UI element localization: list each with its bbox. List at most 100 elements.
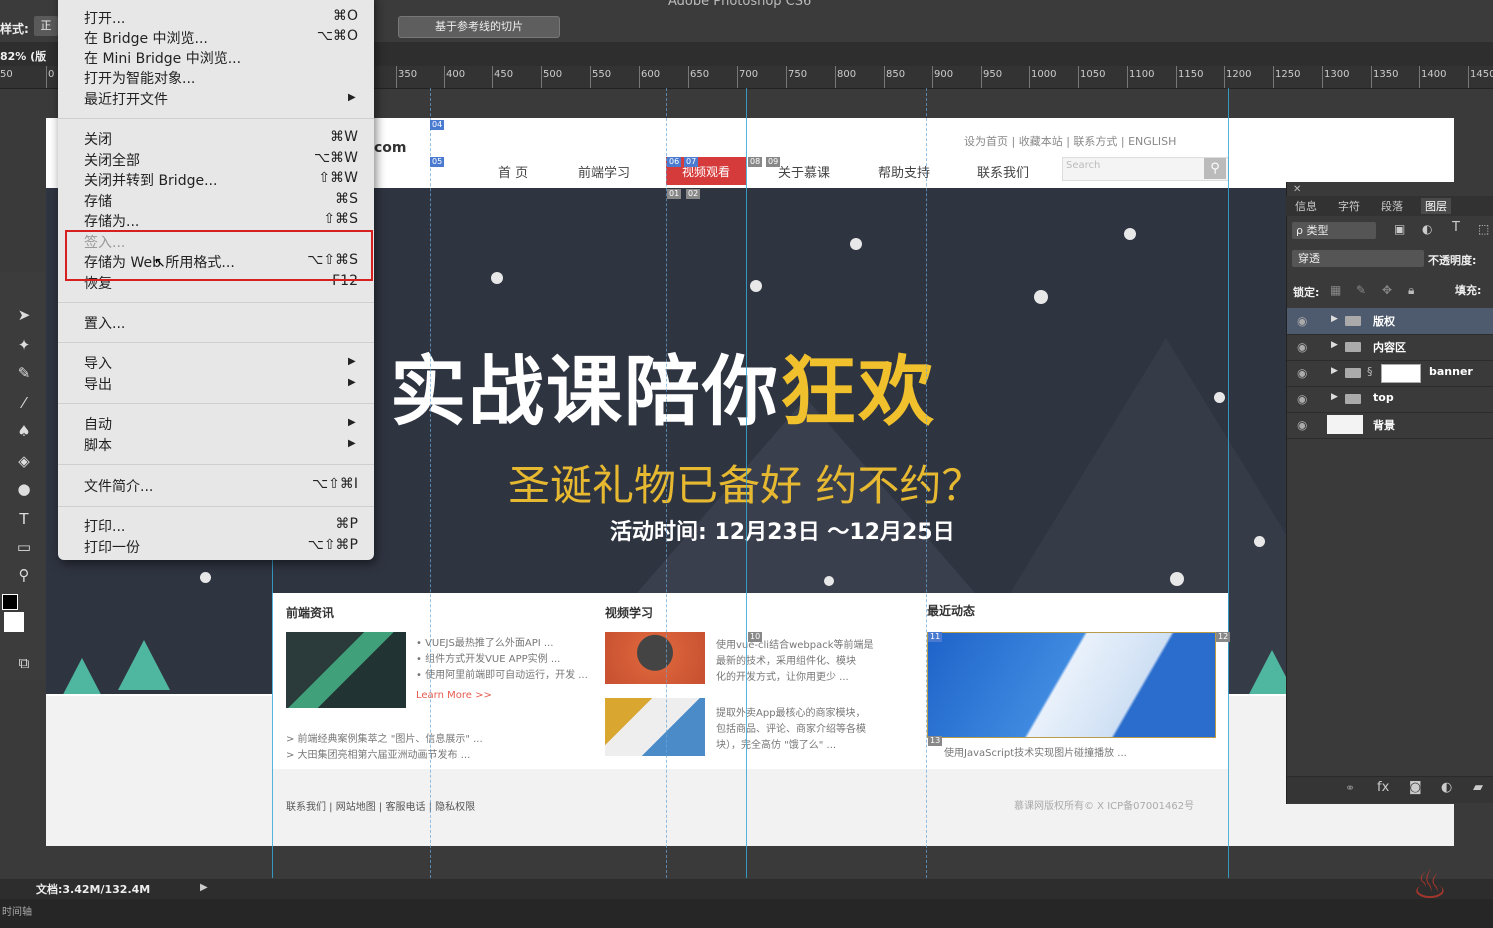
slice-label[interactable]: 07 <box>684 157 699 167</box>
menu-item-label[interactable]: 自动 <box>84 414 112 434</box>
magic-wand-icon[interactable]: ✦ <box>13 334 35 356</box>
lock-transparent-icon[interactable]: ▦ <box>1330 283 1341 297</box>
zoom-tool-icon[interactable]: ⚲ <box>13 564 35 586</box>
layer-filter-kind-select[interactable]: ρ 类型 <box>1292 222 1376 239</box>
menu-item-label[interactable]: 关闭 <box>84 129 112 149</box>
menu-item-label[interactable]: 在 Mini Bridge 中浏览... <box>84 48 241 68</box>
add-mask-icon[interactable]: ◙ <box>1409 780 1422 795</box>
expand-triangle-icon[interactable]: ▶ <box>1331 314 1338 324</box>
snowflake <box>1034 290 1048 304</box>
layer-row[interactable]: ◉ ▶ § banner <box>1287 360 1493 387</box>
menu-item-label[interactable]: 导入 <box>84 353 112 373</box>
layer-mask-thumbnail[interactable] <box>1381 364 1421 383</box>
opacity-label: 不透明度: <box>1428 254 1477 267</box>
highlight-annotation-box <box>65 230 373 281</box>
section-title-video: 视频学习 <box>605 606 654 620</box>
layer-name: 内容区 <box>1373 341 1406 354</box>
menu-item-label[interactable]: 置入... <box>84 313 125 333</box>
menu-item-label[interactable]: 关闭并转到 Bridge... <box>84 170 217 190</box>
layer-row[interactable]: ◉ ▶ 内容区 <box>1287 334 1493 361</box>
link-layers-icon[interactable]: ⚭ <box>1345 781 1355 795</box>
visibility-eye-icon[interactable]: ◉ <box>1297 366 1307 380</box>
banner-headline: 实战课陪你狂欢 <box>390 330 936 440</box>
filter-shape-icon[interactable]: ⬚ <box>1478 222 1489 236</box>
slices-from-guides-button[interactable]: 基于参考线的切片 <box>398 16 560 38</box>
screen-mode-icon[interactable]: ⧉ <box>13 652 35 674</box>
visibility-eye-icon[interactable]: ◉ <box>1297 418 1307 432</box>
menu-item-shortcut: ⌥⌘O <box>316 28 358 44</box>
guide-line[interactable] <box>430 88 432 878</box>
expand-triangle-icon[interactable]: ▶ <box>1331 392 1338 402</box>
new-group-icon[interactable]: ▰ <box>1473 780 1483 795</box>
menu-item-label[interactable]: 导出 <box>84 374 112 394</box>
slice-label[interactable]: 05 <box>430 157 445 167</box>
menu-item-label[interactable]: 打开为智能对象... <box>84 68 195 88</box>
menu-item-label[interactable]: 打开... <box>84 8 125 28</box>
tab-character[interactable]: 字符 <box>1338 198 1360 214</box>
move-tool-icon[interactable]: ➤ <box>13 304 35 326</box>
guide-line[interactable] <box>746 88 747 878</box>
guide-line[interactable] <box>1228 88 1229 878</box>
filter-type-icon[interactable]: T <box>1452 220 1460 235</box>
paint-bucket-icon[interactable]: ◈ <box>13 450 35 472</box>
menu-item-label[interactable]: 打印一份 <box>84 537 140 557</box>
menu-item-label[interactable]: 关闭全部 <box>84 150 140 170</box>
menu-item-label[interactable]: 打印... <box>84 516 125 536</box>
adjustment-layer-icon[interactable]: ◐ <box>1441 780 1452 795</box>
panel-close-icon[interactable]: ✕ <box>1293 184 1301 195</box>
tab-info[interactable]: 信息 <box>1295 198 1317 214</box>
slice-label[interactable]: 10 <box>748 632 763 642</box>
slice-label[interactable]: 04 <box>430 120 445 130</box>
status-menu-arrow-icon[interactable]: ▶ <box>200 882 208 893</box>
style-dropdown[interactable]: 正 <box>34 16 58 36</box>
ruler-tick-label: 850 <box>886 69 906 80</box>
slice-label[interactable]: 12 <box>1216 632 1231 642</box>
slice-label[interactable]: 09 <box>766 157 781 167</box>
menu-item-label[interactable]: 在 Bridge 中浏览... <box>84 28 208 48</box>
rectangle-tool-icon[interactable]: ▭ <box>13 536 35 558</box>
menu-item-label[interactable]: 脚本 <box>84 435 112 455</box>
layer-row[interactable]: ◉ 背景 <box>1287 412 1493 439</box>
expand-triangle-icon[interactable]: ▶ <box>1331 366 1338 376</box>
menu-item-label[interactable]: 存储 <box>84 191 112 211</box>
layers-panel-footer: ⚭ fx ◙ ◐ ▰ <box>1287 776 1493 803</box>
visibility-eye-icon[interactable]: ◉ <box>1297 340 1307 354</box>
slice-label[interactable]: 13 <box>928 736 943 746</box>
expand-triangle-icon[interactable]: ▶ <box>1331 340 1338 350</box>
tab-paragraph[interactable]: 段落 <box>1381 198 1403 214</box>
layer-row[interactable]: ◉ ▶ 版权 <box>1287 308 1493 335</box>
dynamic-caption: 使用JavaScript技术实现图片碰撞播放 ... <box>944 748 1127 759</box>
flame-watermark-icon: ♨ <box>1412 862 1448 908</box>
slice-label[interactable]: 06 <box>667 157 682 167</box>
eyedropper-icon[interactable]: ✎ <box>13 362 35 384</box>
slice-label[interactable]: 01 <box>667 189 682 199</box>
blend-mode-select[interactable]: 穿透 <box>1292 250 1424 267</box>
type-tool-icon[interactable]: T <box>13 508 35 530</box>
menu-item-label[interactable]: 文件简介... <box>84 476 153 496</box>
slice-label[interactable]: 11 <box>928 632 943 642</box>
foreground-color-swatch[interactable] <box>2 594 18 610</box>
slice-label[interactable]: 08 <box>748 157 763 167</box>
dodge-icon[interactable]: ● <box>13 478 35 500</box>
background-color-swatch[interactable] <box>4 612 24 632</box>
tab-layers[interactable]: 图层 <box>1421 198 1451 214</box>
lock-all-icon[interactable]: 🔒︎ <box>1408 283 1414 298</box>
timeline-tab[interactable]: 时间轴 <box>2 903 32 918</box>
menu-item-label[interactable]: 最近打开文件 <box>84 89 168 109</box>
filter-adjust-icon[interactable]: ◐ <box>1422 222 1432 236</box>
menu-item-label[interactable]: 存储为... <box>84 211 139 231</box>
guide-line[interactable] <box>666 88 668 878</box>
news-bottom-line: > 前端经典案例集萃之 "图片、信息展示" ... <box>286 734 483 745</box>
slice-label[interactable]: 02 <box>686 189 701 199</box>
visibility-eye-icon[interactable]: ◉ <box>1297 392 1307 406</box>
guide-line[interactable] <box>926 88 928 878</box>
filter-image-icon[interactable]: ▣ <box>1394 222 1405 236</box>
layer-row[interactable]: ◉ ▶ top <box>1287 386 1493 413</box>
layer-style-fx-icon[interactable]: fx <box>1377 780 1389 795</box>
lock-position-icon[interactable]: ✥ <box>1382 283 1392 297</box>
visibility-eye-icon[interactable]: ◉ <box>1297 314 1307 328</box>
document-tab[interactable]: 82% (版 <box>0 48 46 64</box>
stamp-icon[interactable]: ♠ <box>13 420 35 442</box>
brush-icon[interactable]: ⁄ <box>13 392 35 414</box>
lock-pixels-icon[interactable]: ✎ <box>1356 283 1366 297</box>
